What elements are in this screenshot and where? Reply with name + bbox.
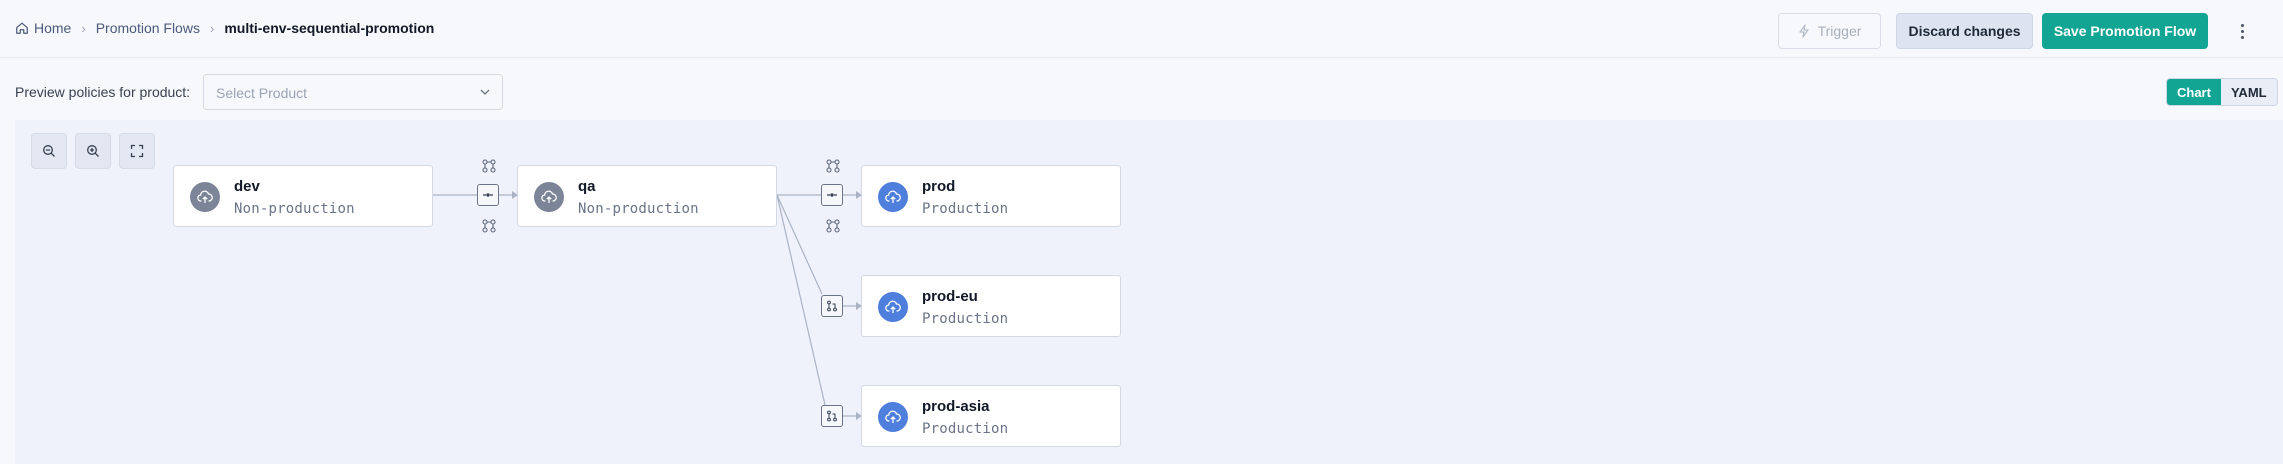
pull-request-gate-icon[interactable] xyxy=(821,295,843,317)
environment-name: qa xyxy=(578,178,596,195)
environment-name: prod-eu xyxy=(922,288,978,305)
environment-name: dev xyxy=(234,178,260,195)
cloud-upload-icon xyxy=(878,292,908,322)
cloud-upload-icon xyxy=(878,402,908,432)
cloud-upload-icon xyxy=(190,182,220,212)
environment-type: Production xyxy=(922,201,1009,217)
pull-request-gate-icon[interactable] xyxy=(821,405,843,427)
manual-approval-gate-icon[interactable] xyxy=(477,184,499,206)
environment-node-dev[interactable]: dev Non-production xyxy=(173,165,433,227)
environment-type: Production xyxy=(922,421,1009,437)
policy-icon[interactable] xyxy=(481,158,497,174)
policy-icon[interactable] xyxy=(825,218,841,234)
cloud-upload-icon xyxy=(878,182,908,212)
environment-type: Non-production xyxy=(578,201,699,217)
policy-icon[interactable] xyxy=(481,218,497,234)
manual-approval-gate-icon[interactable] xyxy=(821,184,843,206)
environment-name: prod-asia xyxy=(922,398,990,415)
environment-type: Non-production xyxy=(234,201,355,217)
cloud-upload-icon xyxy=(534,182,564,212)
environment-node-prod[interactable]: prod Production xyxy=(861,165,1121,227)
environment-node-qa[interactable]: qa Non-production xyxy=(517,165,777,227)
environment-name: prod xyxy=(922,178,956,195)
environment-node-prod-asia[interactable]: prod-asia Production xyxy=(861,385,1121,447)
environment-node-prod-eu[interactable]: prod-eu Production xyxy=(861,275,1121,337)
policy-icon[interactable] xyxy=(825,158,841,174)
environment-type: Production xyxy=(922,311,1009,327)
flow-edges xyxy=(433,191,862,420)
edge-qa-prod-eu xyxy=(776,194,856,307)
